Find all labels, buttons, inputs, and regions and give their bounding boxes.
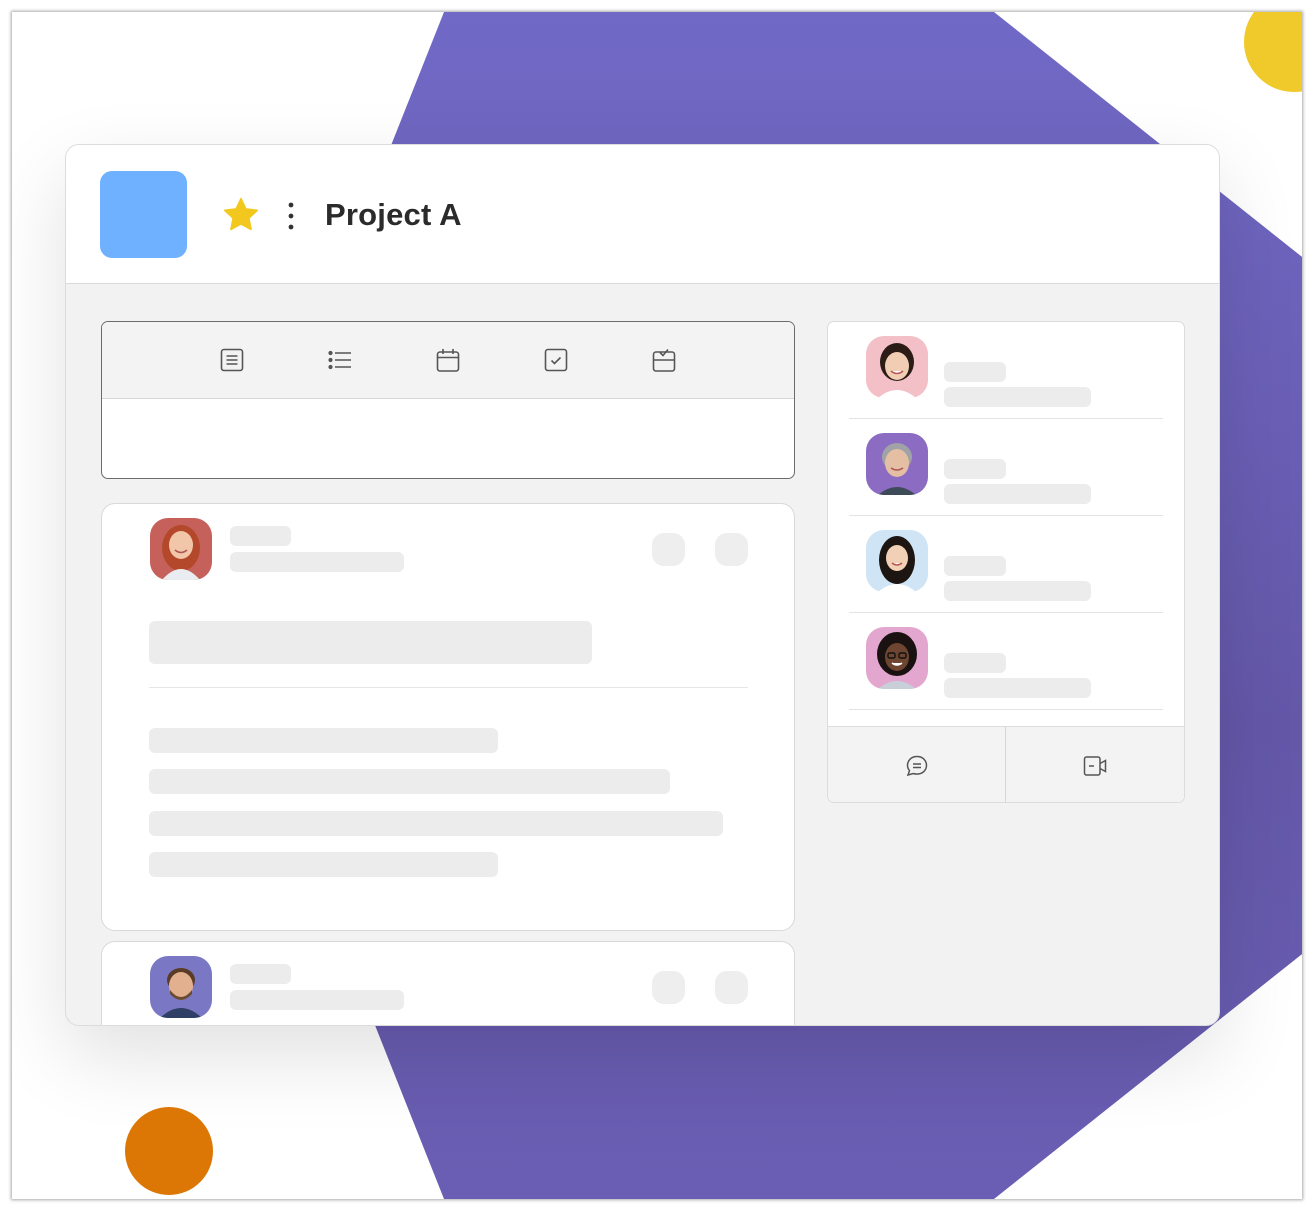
chat-icon <box>906 755 928 777</box>
project-logo <box>100 171 187 258</box>
post-heading-placeholder <box>149 621 592 664</box>
composer-toolbar <box>102 322 794 399</box>
member-name-placeholder <box>944 653 1006 673</box>
avatar-woman-glasses <box>866 627 928 689</box>
member-row[interactable] <box>828 516 1184 613</box>
orange-decoration-circle <box>125 1107 213 1195</box>
member-row[interactable] <box>828 322 1184 419</box>
post-divider <box>149 687 748 688</box>
author-name-placeholder <box>230 526 291 546</box>
member-row[interactable] <box>828 419 1184 516</box>
checkbox-icon[interactable] <box>542 346 570 374</box>
member-role-placeholder <box>944 581 1091 601</box>
author-meta-placeholder <box>230 990 404 1010</box>
video-call-icon <box>1083 756 1107 776</box>
text-line-placeholder <box>149 769 670 794</box>
illustration-frame: Project A <box>12 12 1302 1199</box>
member-role-placeholder <box>944 484 1091 504</box>
avatar-woman-red-hair[interactable] <box>150 518 212 580</box>
star-icon[interactable] <box>221 195 261 235</box>
video-call-button[interactable] <box>1006 727 1183 802</box>
members-panel <box>827 321 1185 803</box>
text-line-placeholder <box>149 811 723 836</box>
avatar-man-beard[interactable] <box>150 956 212 1018</box>
member-row[interactable] <box>828 613 1184 710</box>
more-button[interactable] <box>715 533 748 566</box>
yellow-decoration-circle <box>1244 12 1302 92</box>
member-name-placeholder <box>944 362 1006 382</box>
project-header: Project A <box>66 145 1219 284</box>
avatar-woman-smiling <box>866 336 928 398</box>
text-line-placeholder <box>149 728 498 753</box>
more-button[interactable] <box>715 971 748 1004</box>
member-name-placeholder <box>944 459 1006 479</box>
member-role-placeholder <box>944 678 1091 698</box>
post-composer[interactable] <box>101 321 795 479</box>
reaction-button[interactable] <box>652 533 685 566</box>
list-icon[interactable] <box>326 346 354 374</box>
calendar-icon[interactable] <box>434 346 462 374</box>
avatar-young-woman <box>866 530 928 592</box>
chat-button[interactable] <box>828 727 1005 802</box>
author-meta-placeholder <box>230 552 404 572</box>
author-name-placeholder <box>230 964 291 984</box>
member-role-placeholder <box>944 387 1091 407</box>
feed-post <box>101 503 795 931</box>
page-title: Project A <box>325 197 462 232</box>
composer-input-area[interactable] <box>102 400 794 478</box>
feed-post <box>101 941 795 1025</box>
project-window: Project A <box>65 144 1220 1026</box>
member-name-placeholder <box>944 556 1006 576</box>
note-icon[interactable] <box>218 346 246 374</box>
member-divider <box>849 709 1163 710</box>
reaction-button[interactable] <box>652 971 685 1004</box>
text-line-placeholder <box>149 852 498 877</box>
member-actions-bar <box>828 726 1184 802</box>
inbox-icon[interactable] <box>650 346 678 374</box>
kebab-menu-icon[interactable] <box>284 201 298 231</box>
avatar-older-woman <box>866 433 928 495</box>
